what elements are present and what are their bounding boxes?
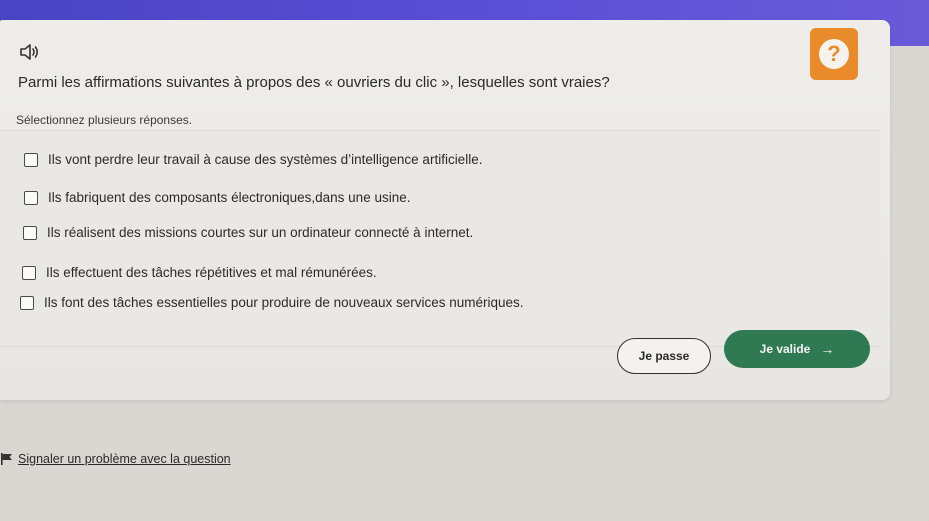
option-5-checkbox[interactable] — [20, 295, 34, 310]
option-2[interactable]: Ils fabriquent des composants électroniq… — [24, 190, 410, 205]
instruction-text: Sélectionnez plusieurs réponses. — [16, 113, 193, 127]
report-problem-label: Signaler un problème avec la question — [18, 452, 231, 466]
validate-button-label: Je valide — [759, 342, 811, 356]
option-2-label: Ils fabriquent des composants électroniq… — [48, 190, 411, 205]
option-3[interactable]: Ils réalisent des missions courtes sur u… — [23, 225, 473, 240]
option-5-label: Ils font des tâches essentielles pour pr… — [44, 295, 524, 310]
option-2-checkbox[interactable] — [24, 190, 38, 205]
help-button[interactable]: ? — [810, 28, 858, 80]
option-4-label: Ils effectuent des tâches répétitives et… — [46, 265, 377, 280]
skip-button[interactable]: Je passe — [617, 338, 711, 374]
validate-button[interactable]: Je valide → — [724, 330, 870, 368]
speaker-icon[interactable] — [20, 44, 40, 60]
help-icon: ? — [819, 39, 849, 69]
option-5[interactable]: Ils font des tâches essentielles pour pr… — [20, 295, 524, 310]
option-3-label: Ils réalisent des missions courtes sur u… — [47, 225, 474, 240]
skip-button-label: Je passe — [638, 349, 690, 363]
report-problem-link[interactable]: Signaler un problème avec la question — [0, 452, 231, 466]
option-1-checkbox[interactable] — [24, 152, 38, 167]
option-1[interactable]: Ils vont perdre leur travail à cause des… — [24, 152, 482, 167]
option-4[interactable]: Ils effectuent des tâches répétitives et… — [22, 265, 377, 280]
option-3-checkbox[interactable] — [23, 225, 37, 240]
arrow-right-icon: → — [820, 341, 835, 357]
flag-icon — [1, 453, 12, 465]
option-4-checkbox[interactable] — [22, 265, 36, 280]
question-text: Parmi les affirmations suivantes à propo… — [18, 74, 610, 91]
option-1-label: Ils vont perdre leur travail à cause des… — [48, 152, 483, 167]
